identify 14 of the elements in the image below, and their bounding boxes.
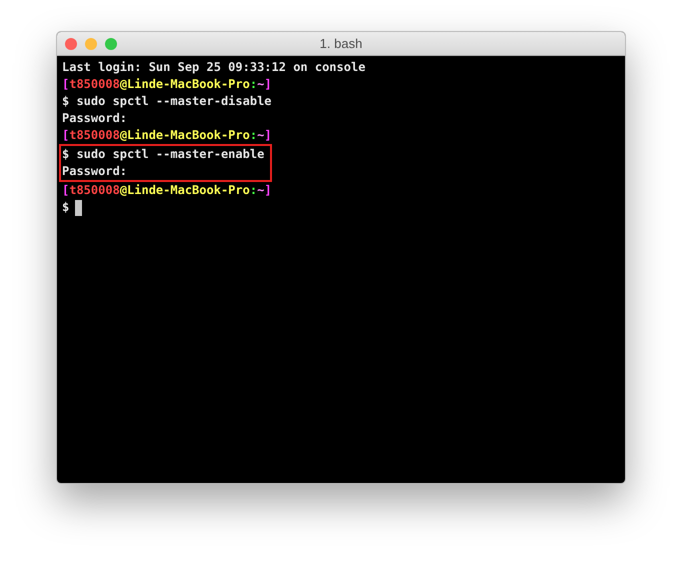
prompt-line: [t850008@Linde-MacBook-Pro:~] — [62, 182, 273, 199]
zoom-button[interactable] — [105, 38, 117, 50]
output-line: $ sudo spctl --master-disable — [62, 93, 273, 110]
prompt-sign: $ — [62, 199, 70, 216]
output-line: Last login: Sun Sep 25 09:33:12 on console — [62, 59, 366, 76]
output-line: $ sudo spctl --master-enable — [62, 146, 264, 163]
close-button[interactable] — [65, 38, 77, 50]
text-cursor — [75, 200, 82, 216]
output-line: Password: — [62, 163, 128, 180]
window-title: 1. bash — [320, 36, 362, 51]
prompt-line: [t850008@Linde-MacBook-Pro:~] — [62, 127, 273, 144]
output-line: Password: — [62, 110, 128, 127]
prompt-line: [t850008@Linde-MacBook-Pro:~] — [62, 76, 273, 93]
minimize-button[interactable] — [85, 38, 97, 50]
